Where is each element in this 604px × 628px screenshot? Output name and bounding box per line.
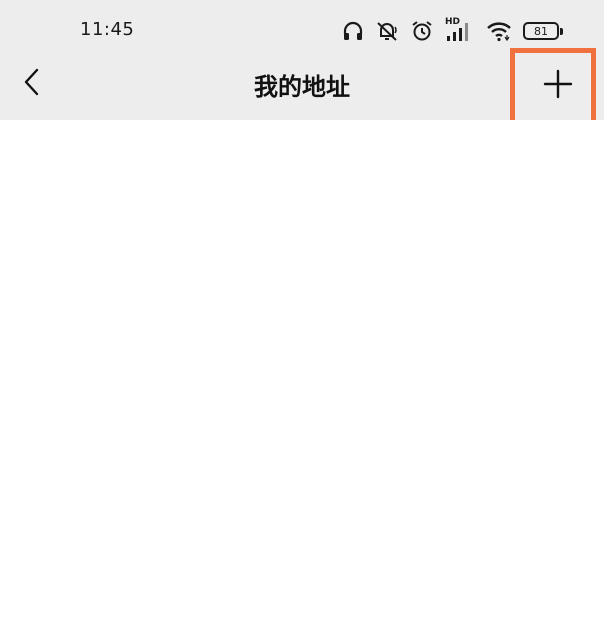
headphones-icon [342,20,364,42]
wifi-icon [486,20,512,42]
battery-icon: 81 [523,22,563,40]
address-list-area [0,120,604,628]
hd-signal-icon: HD [445,17,475,43]
screen: 11:45 HD 81 我的地址 [0,0,604,628]
muted-bell-icon [375,19,399,43]
add-address-button[interactable] [536,64,580,108]
status-time: 11:45 [80,19,135,40]
plus-icon [543,69,573,103]
alarm-icon [410,19,434,43]
status-icons: HD 81 [342,16,563,46]
battery-level: 81 [534,24,548,38]
